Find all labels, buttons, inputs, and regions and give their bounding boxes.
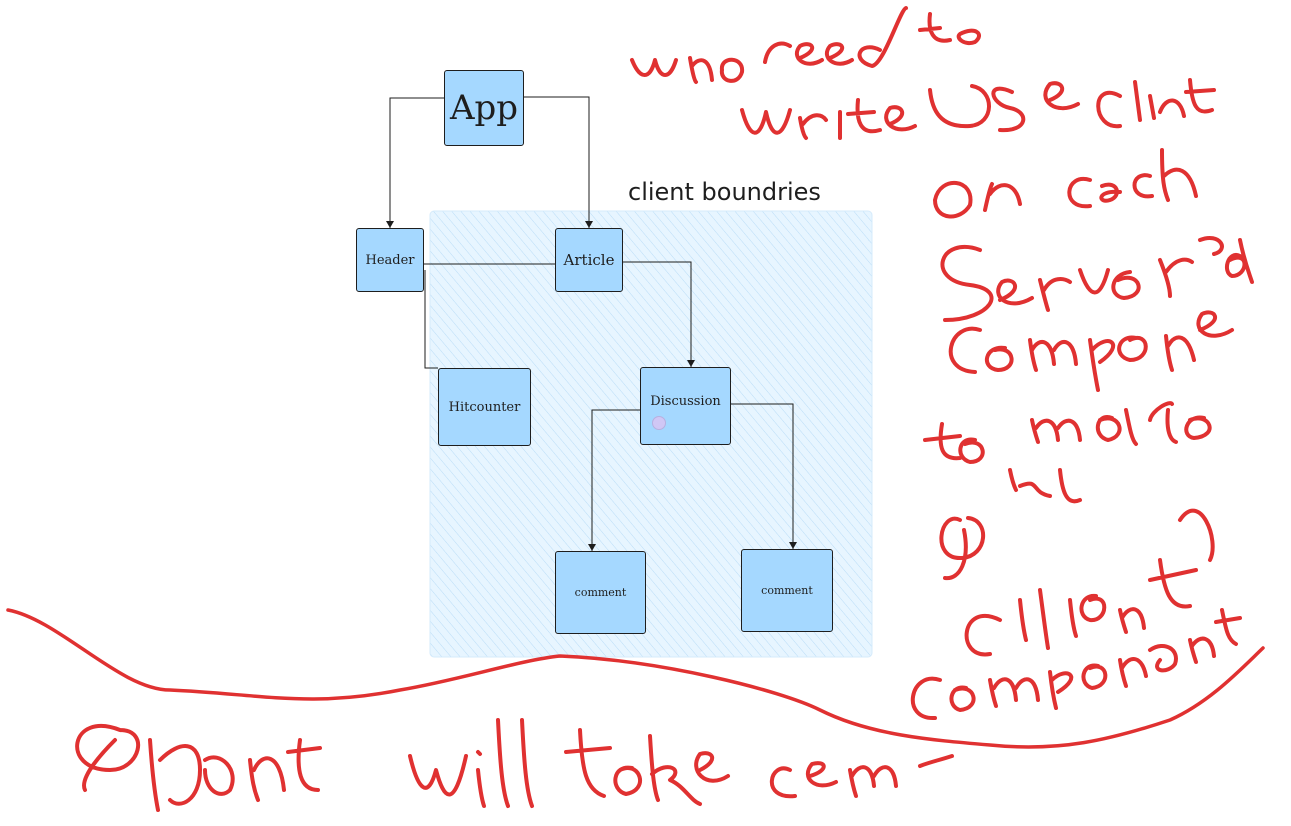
comment-node-1-label: comment	[574, 586, 627, 599]
client-boundary-label: client boundries	[628, 178, 821, 206]
article-node[interactable]: Article	[555, 228, 623, 292]
collaborator-cursor-icon	[652, 416, 666, 430]
discussion-node-label: Discussion	[650, 394, 721, 409]
comment-node-1[interactable]: comment	[555, 551, 646, 634]
app-node-label: App	[449, 88, 519, 128]
connector-app-header	[389, 97, 444, 228]
comment-node-2-label: comment	[761, 584, 813, 597]
header-node[interactable]: Header	[356, 228, 424, 292]
hitcounter-node-label: Hitcounter	[448, 399, 521, 415]
arrowhead-header	[386, 221, 394, 228]
article-node-label: Article	[563, 251, 615, 269]
connector-app-article	[524, 96, 590, 228]
header-node-label: Header	[365, 252, 415, 268]
app-node[interactable]: App	[444, 70, 524, 146]
hitcounter-node[interactable]: Hitcounter	[438, 368, 531, 446]
handwritten-note-bottom	[75, 718, 954, 812]
comment-node-2[interactable]: comment	[741, 549, 833, 632]
discussion-node[interactable]: Discussion	[640, 367, 731, 445]
